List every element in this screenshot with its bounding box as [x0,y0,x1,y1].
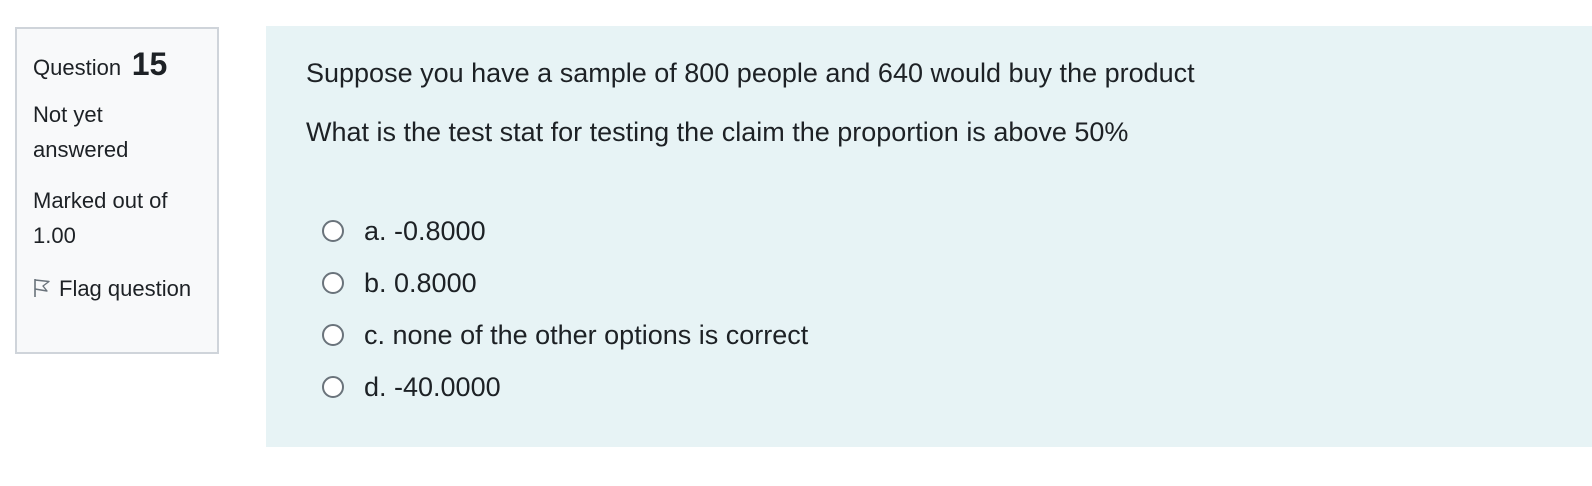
radio-unchecked-icon[interactable] [322,220,344,242]
answer-option-c[interactable]: c. none of the other options is correct [322,316,808,354]
question-text: Suppose you have a sample of 800 people … [306,56,1195,174]
question-info-panel: Question 15 Not yet answered Marked out … [15,27,219,354]
answer-option-label: d. -40.0000 [364,371,501,402]
question-label: Question [33,55,122,80]
radio-unchecked-icon[interactable] [322,376,344,398]
question-content: Suppose you have a sample of 800 people … [266,26,1592,447]
question-number: 15 [131,46,168,82]
flag-icon [33,273,51,297]
answer-option-d[interactable]: d. -40.0000 [322,368,808,406]
answer-option-label: c. none of the other options is correct [364,319,809,350]
flag-question-link[interactable]: Flag question [33,271,203,306]
question-text-line-1: Suppose you have a sample of 800 people … [306,58,1195,88]
question-grade: Marked out of 1.00 [33,188,168,248]
radio-unchecked-icon[interactable] [322,324,344,346]
question-number-heading: Question 15 [33,47,217,85]
question-text-line-2: What is the test stat for testing the cl… [306,117,1129,147]
answer-option-a[interactable]: a. -0.8000 [322,212,808,250]
answer-option-b[interactable]: b. 0.8000 [322,264,808,302]
flag-question-label: Flag question [59,276,192,301]
answer-option-label: b. 0.8000 [364,267,477,298]
answer-options: a. -0.8000 b. 0.8000 c. none of the othe… [322,212,808,420]
answer-option-label: a. -0.8000 [364,215,486,246]
question-state: Not yet answered [33,102,129,162]
radio-unchecked-icon[interactable] [322,272,344,294]
